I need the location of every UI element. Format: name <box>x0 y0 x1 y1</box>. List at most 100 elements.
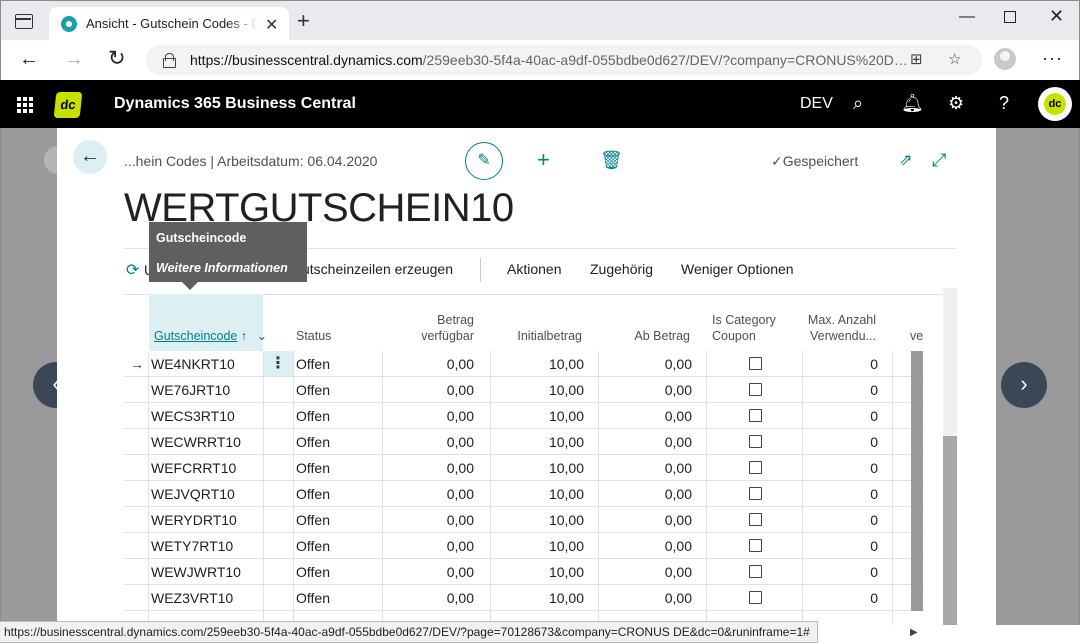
cell-available[interactable]: 0,00 <box>386 585 474 611</box>
company-logo[interactable]: dc <box>53 92 83 118</box>
environment-label[interactable]: DEV <box>800 95 833 113</box>
cell-code[interactable]: WEFCRRT10 <box>151 455 236 481</box>
cell-status[interactable]: Offen <box>296 559 330 585</box>
cell-code[interactable]: WECS3RT10 <box>151 403 235 429</box>
related-menu[interactable]: Zugehörig <box>590 261 653 277</box>
lock-icon[interactable] <box>163 53 176 68</box>
column-header-initial[interactable]: Initialbetrag <box>504 328 582 344</box>
cell-from-amount[interactable]: 0,00 <box>602 455 692 481</box>
cell-initial[interactable]: 10,00 <box>494 533 584 559</box>
cell-code[interactable]: WEZ3VRT10 <box>151 585 233 611</box>
is-category-checkbox[interactable] <box>749 461 762 474</box>
back-arrow-icon[interactable]: ← <box>19 48 39 71</box>
horizontal-scrollbar[interactable] <box>818 625 1080 643</box>
cell-max-usage[interactable]: 0 <box>804 533 878 559</box>
cell-max-usage[interactable]: 0 <box>804 455 878 481</box>
table-row[interactable]: WERYDRT10 Offen 0,00 10,00 0,00 0 <box>124 507 924 533</box>
help-icon[interactable]: ? <box>999 93 1009 114</box>
address-bar[interactable]: https://businesscentral.dynamics.com/259… <box>146 45 982 75</box>
refresh-icon[interactable]: ⟳ <box>126 260 139 280</box>
column-header-is-category[interactable]: Is Category Coupon <box>712 312 776 344</box>
table-row[interactable]: WEZ3VRT10 Offen 0,00 10,00 0,00 0 <box>124 585 924 611</box>
cell-initial[interactable]: 10,00 <box>494 559 584 585</box>
cell-available[interactable]: 0,00 <box>386 455 474 481</box>
cell-available[interactable]: 0,00 <box>386 533 474 559</box>
cell-initial[interactable]: 10,00 <box>494 429 584 455</box>
cell-initial[interactable]: 10,00 <box>494 403 584 429</box>
is-category-checkbox[interactable] <box>749 487 762 500</box>
next-record-button[interactable]: › <box>1001 362 1047 408</box>
cell-max-usage[interactable]: 0 <box>804 429 878 455</box>
search-icon[interactable]: ⌕ <box>853 93 863 114</box>
cell-max-usage[interactable]: 0 <box>804 559 878 585</box>
back-button[interactable]: ← <box>73 140 107 174</box>
cell-from-amount[interactable]: 0,00 <box>602 559 692 585</box>
cell-initial[interactable]: 10,00 <box>494 455 584 481</box>
browser-tab[interactable]: Ansicht - Gutschein Codes - Dynamics 365… <box>49 7 289 41</box>
table-row[interactable]: → ⋮ WE4NKRT10 Offen 0,00 10,00 0,00 0 <box>124 351 924 377</box>
cell-available[interactable]: 0,00 <box>386 377 474 403</box>
cell-code[interactable]: WE76JRT10 <box>151 377 230 403</box>
cell-available[interactable]: 0,00 <box>386 429 474 455</box>
gear-icon[interactable]: ⚙ <box>948 93 964 114</box>
actions-menu[interactable]: Aktionen <box>507 261 561 277</box>
bell-icon[interactable]: 🔔︎ <box>901 93 924 114</box>
cell-from-amount[interactable]: 0,00 <box>602 533 692 559</box>
browser-menu-icon[interactable]: ··· <box>1042 48 1063 69</box>
cell-available[interactable]: 0,00 <box>386 507 474 533</box>
is-category-checkbox[interactable] <box>749 565 762 578</box>
cell-code[interactable]: WECWRRT10 <box>151 429 241 455</box>
tooltip-more-info-link[interactable]: Weitere Informationen <box>156 261 288 275</box>
is-category-checkbox[interactable] <box>749 383 762 396</box>
is-category-checkbox[interactable] <box>749 357 762 370</box>
column-header-from-amount[interactable]: Ab Betrag <box>614 328 690 344</box>
table-row[interactable]: WECS3RT10 Offen 0,00 10,00 0,00 0 <box>124 403 924 429</box>
chevron-down-icon[interactable]: ⌄ <box>257 329 267 343</box>
cell-from-amount[interactable]: 0,00 <box>602 351 692 377</box>
table-row[interactable]: WEFCRRT10 Offen 0,00 10,00 0,00 0 <box>124 455 924 481</box>
cell-max-usage[interactable]: 0 <box>804 507 878 533</box>
table-row[interactable]: WEJVQRT10 Offen 0,00 10,00 0,00 0 <box>124 481 924 507</box>
url-text[interactable]: https://businesscentral.dynamics.com/259… <box>190 52 910 68</box>
cell-status[interactable]: Offen <box>296 429 330 455</box>
cell-status[interactable]: Offen <box>296 455 330 481</box>
column-header-code[interactable]: Gutscheincode ↑ ⌄ <box>154 328 267 344</box>
is-category-checkbox[interactable] <box>749 539 762 552</box>
app-title[interactable]: Dynamics 365 Business Central <box>114 95 356 113</box>
app-launcher-icon[interactable] <box>17 97 33 113</box>
cell-initial[interactable]: 10,00 <box>494 351 584 377</box>
tab-actions-icon[interactable] <box>15 14 33 29</box>
cell-code[interactable]: WE4NKRT10 <box>151 351 235 377</box>
cell-initial[interactable]: 10,00 <box>494 481 584 507</box>
cell-code[interactable]: WETY7RT10 <box>151 533 233 559</box>
is-category-checkbox[interactable] <box>749 591 762 604</box>
cell-max-usage[interactable]: 0 <box>804 377 878 403</box>
cell-from-amount[interactable]: 0,00 <box>602 403 692 429</box>
cell-available[interactable]: 0,00 <box>386 351 474 377</box>
cell-from-amount[interactable]: 0,00 <box>602 481 692 507</box>
cell-available[interactable]: 0,00 <box>386 403 474 429</box>
cell-from-amount[interactable]: 0,00 <box>602 377 692 403</box>
tab-close-icon[interactable]: ✕ <box>265 15 278 35</box>
cell-code[interactable]: WERYDRT10 <box>151 507 237 533</box>
row-menu-icon[interactable]: ⋮ <box>263 351 293 376</box>
cell-status[interactable]: Offen <box>296 585 330 611</box>
minimize-icon[interactable]: — <box>959 8 975 26</box>
scroll-right-icon[interactable]: ▶ <box>910 627 918 638</box>
reading-view-icon[interactable]: ⊞ <box>910 50 923 68</box>
column-header-available[interactable]: Betrag verfügbar <box>404 312 474 344</box>
cell-available[interactable]: 0,00 <box>386 481 474 507</box>
new-tab-icon[interactable]: + <box>297 10 310 32</box>
cell-max-usage[interactable]: 0 <box>804 481 878 507</box>
cell-max-usage[interactable]: 0 <box>804 403 878 429</box>
table-row[interactable]: WE76JRT10 Offen 0,00 10,00 0,00 0 <box>124 377 924 403</box>
cell-from-amount[interactable]: 0,00 <box>602 507 692 533</box>
cell-status[interactable]: Offen <box>296 507 330 533</box>
is-category-checkbox[interactable] <box>749 435 762 448</box>
table-row[interactable]: WEWJWRT10 Offen 0,00 10,00 0,00 0 <box>124 559 924 585</box>
reload-icon[interactable]: ↻ <box>108 46 126 71</box>
table-row[interactable]: WETY7RT10 Offen 0,00 10,00 0,00 0 <box>124 533 924 559</box>
open-new-window-icon[interactable]: ⇗ <box>899 150 912 170</box>
table-row[interactable]: WECWRRT10 Offen 0,00 10,00 0,00 0 <box>124 429 924 455</box>
window-close-icon[interactable]: ✕ <box>1049 6 1064 27</box>
